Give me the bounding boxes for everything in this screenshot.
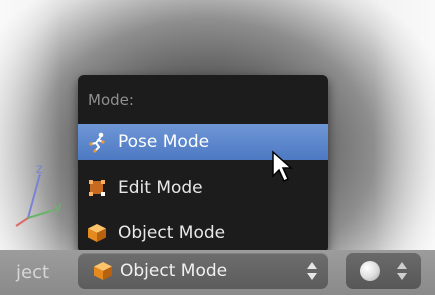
menu-item-label: Edit Mode bbox=[118, 178, 203, 198]
up-down-arrows-icon bbox=[397, 262, 407, 280]
object-cube-icon bbox=[92, 260, 114, 282]
header-object-menu-label[interactable]: ject bbox=[16, 262, 49, 283]
mode-select-value: Object Mode bbox=[120, 261, 228, 281]
axis-lines-icon bbox=[15, 173, 55, 227]
pose-icon bbox=[86, 131, 108, 153]
mouse-cursor-icon bbox=[272, 150, 293, 183]
sphere-icon bbox=[360, 261, 380, 281]
axis-gizmo: z y bbox=[14, 160, 74, 240]
up-down-arrows-icon bbox=[307, 262, 317, 280]
object-cube-icon bbox=[86, 222, 108, 244]
mode-select-dropdown[interactable]: Object Mode bbox=[78, 253, 328, 289]
menu-item-object-mode[interactable]: Object Mode bbox=[78, 215, 328, 251]
viewport-shading-dropdown[interactable] bbox=[346, 253, 421, 289]
menu-title: Mode: bbox=[88, 91, 134, 109]
axis-z-label: z bbox=[36, 162, 43, 177]
edit-icon bbox=[86, 177, 108, 199]
axis-y-label: y bbox=[54, 200, 62, 215]
menu-item-label: Pose Mode bbox=[118, 132, 210, 152]
menu-item-label: Object Mode bbox=[118, 223, 226, 243]
